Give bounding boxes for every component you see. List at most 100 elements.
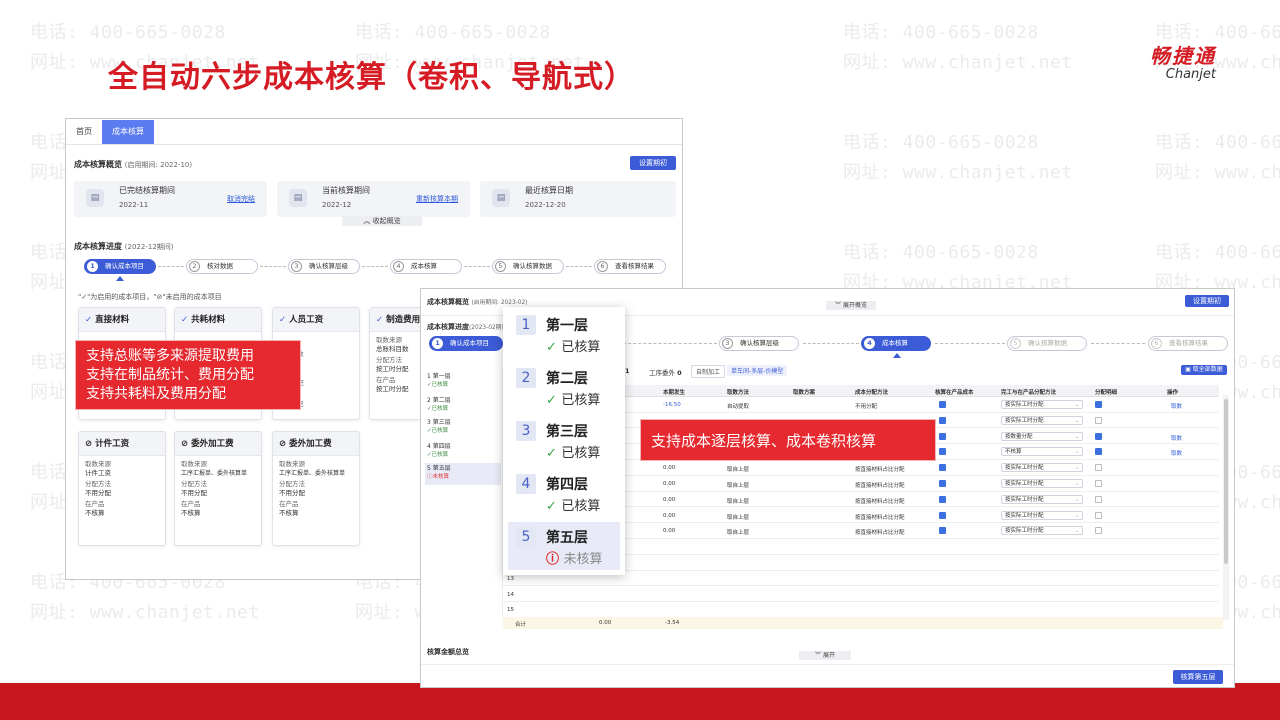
overview-label: 当前核算期间 [322,186,370,195]
method-cell: 取自上层 [727,514,750,521]
layer-popup-item[interactable]: 5 第五层 ⓘ 未核算 [508,522,620,570]
step-label: 确认成本项目 [450,339,489,347]
watermark-text: 电话: 400-665-0028 [843,132,1039,153]
allocation-select[interactable]: 按实际工时分配 [1001,479,1083,488]
fetch-link[interactable]: 取数 [1171,434,1182,442]
allocation-select[interactable]: 按实际工时分配 [1001,415,1083,425]
watermark-text: 网址: www.chanjet.net [1155,162,1280,183]
tab-home[interactable]: 首页 [66,120,102,144]
allocation-select[interactable]: 按实际工时分配 [1001,510,1083,520]
detail-checkbox[interactable] [1095,495,1102,503]
watermark-text: 电话: 400-665-0028 [1155,242,1280,263]
product-cost-checkbox[interactable] [939,401,946,408]
chevron-down-icon: ⌄ [1075,465,1080,472]
layer-item-3[interactable]: 3 第三层 ✓已核算 [425,417,501,439]
recalculate-link[interactable]: 重新核算本期 [416,194,458,204]
expand-overview-button[interactable]: ︾ 展开概览 [826,301,876,310]
allocation-select[interactable]: 按实际工时分配 [1001,526,1083,536]
layer-item-4[interactable]: 4 第四层 ✓已核算 [425,441,501,463]
set-opening-button[interactable]: 设置期初 [1185,295,1229,307]
expand-summary-button[interactable]: ︾ 展开 [799,651,851,660]
product-cost-checkbox[interactable] [939,416,946,424]
chip-self-made[interactable]: 自制加工 [691,365,726,378]
card-line: 取数来源 [181,460,207,468]
table-scrollbar[interactable] [1223,395,1229,620]
fetch-link[interactable]: 取数 [1171,402,1182,410]
progress-heading: 成本核算进度(2023-02期间) [427,322,510,332]
product-cost-checkbox[interactable] [939,448,946,456]
step-3[interactable]: 3 确认核算层级 [288,259,360,274]
cost-item-card[interactable]: ⊘ 计件工资 取数来源 计件工资 分配方法 不用分配 在产品 不核算 [78,431,166,546]
step-5[interactable]: 5 确认核算数据 [1007,336,1087,351]
fetch-all-button[interactable]: ▣ 取全部数据 [1181,365,1227,375]
detail-checkbox[interactable] [1095,416,1102,424]
col-header: 分配明细 [1095,390,1118,396]
detail-checkbox[interactable] [1095,527,1102,535]
allocation-select[interactable]: 按实际工时分配 [1001,400,1083,409]
calculate-layer-five-button[interactable]: 核算第五层 [1173,670,1223,684]
layer-item-1[interactable]: 1 第一层 ✓已核算 [425,371,501,393]
layer-item-5[interactable]: 5 第五层 ⓘ未核算 [425,463,501,485]
tab-cost-accounting[interactable]: 成本核算 [102,120,154,144]
layer-name: 第五层 [546,530,588,546]
logo-en: Chanjet [1165,67,1216,82]
overview-heading: 成本核算概览 (启用期间: 2023-02) [427,297,527,307]
step-6[interactable]: 6 查看核算结果 [1148,336,1228,351]
detail-checkbox[interactable] [1095,401,1102,408]
product-cost-checkbox[interactable] [939,432,946,440]
step-6[interactable]: 6 查看核算结果 [594,259,666,274]
chip-model[interactable]: 单车间-多层-价模型 [727,365,788,376]
step-5[interactable]: 5 确认核算数据 [492,259,564,274]
layer-popup-item[interactable]: 4 第四层 ✓ 已核算 [508,469,620,517]
allocation-select[interactable]: 不核算 [1001,447,1083,457]
stat-value: 0 [677,369,682,377]
product-cost-checkbox[interactable] [939,495,946,503]
step-label: 核对数据 [207,262,233,270]
collapse-overview-button[interactable]: ︽ 收起概览 [342,216,422,226]
step-3[interactable]: 3 确认核算层级 [719,336,799,351]
layer-state-text: 已核算 [561,446,601,461]
overview-value: 2022-12 [322,201,352,209]
scroll-thumb[interactable] [1224,399,1228,564]
step-label: 查看核算结果 [1169,339,1208,347]
allocation-select[interactable]: 按实际工时分配 [1001,463,1083,473]
detail-checkbox[interactable] [1095,448,1102,456]
step-4[interactable]: 4 成本核算 [390,259,462,274]
detail-checkbox[interactable] [1095,511,1102,519]
layer-state-text: 已核算 [561,499,601,514]
overview-card-current: ▤ 当前核算期间 2022-12 重新核算本期 [277,181,470,217]
layer-list: 1 第一层 ✓已核算 2 第二层 ✓已核算 3 第三层 ✓已核算 4 第四层 ✓已核算 … [421,367,503,617]
layer-popup-item[interactable]: 2 第二层 ✓ 已核算 [508,363,620,411]
set-opening-button[interactable]: 设置期初 [630,156,676,170]
product-cost-checkbox[interactable] [939,480,946,487]
detail-checkbox[interactable] [1095,480,1102,487]
step-1[interactable]: 1 确认成本项目 [84,259,156,274]
cost-item-card[interactable]: ⊘ 委外加工费 取数来源 工序汇报单、委外核算单 分配方法 不用分配 在产品 不核算 [174,431,262,546]
step-number: 4 [393,261,404,272]
layer-popup-item[interactable]: 3 第三层 ✓ 已核算 [508,416,620,464]
callout-line: 支持在制品统计、费用分配 [86,367,254,383]
allocation-cell: 按直接材料占比分配 [855,514,905,521]
layer-popup-item[interactable]: 1 第一层 ✓ 已核算 [508,310,620,358]
layer-name: 第五层 [432,465,451,472]
allocation-select[interactable]: 按数量分配 [1001,431,1083,441]
layer-item-2[interactable]: 2 第二层 ✓已核算 [425,395,501,417]
card-line: 在产品 [181,500,201,508]
allocation-select[interactable]: 按实际工时分配 [1001,494,1083,504]
product-cost-checkbox[interactable] [939,511,946,519]
watermark-text: 电话: 400-665-0028 [1155,132,1280,153]
watermark-text: 网址: www.chanjet.net [30,602,260,623]
step-1[interactable]: 1 确认成本项目 [429,336,503,351]
product-cost-checkbox[interactable] [939,527,946,535]
detail-checkbox[interactable] [1095,464,1102,472]
step-2[interactable]: 2 核对数据 [186,259,258,274]
step-connector [158,266,184,267]
detail-checkbox[interactable] [1095,432,1102,440]
step-4[interactable]: 4 成本核算 [861,336,931,351]
cancel-close-link[interactable]: 取消完结 [227,194,255,204]
fetch-link[interactable]: 取数 [1171,449,1182,457]
cost-item-card[interactable]: ⊘ 委外加工费 取数来源 工序汇报单、委外核算单 分配方法 不用分配 在产品 不核算 [272,431,360,546]
layer-name: 第一层 [432,373,451,380]
product-cost-checkbox[interactable] [939,464,946,472]
overview-title: 成本核算概览 [427,298,469,306]
